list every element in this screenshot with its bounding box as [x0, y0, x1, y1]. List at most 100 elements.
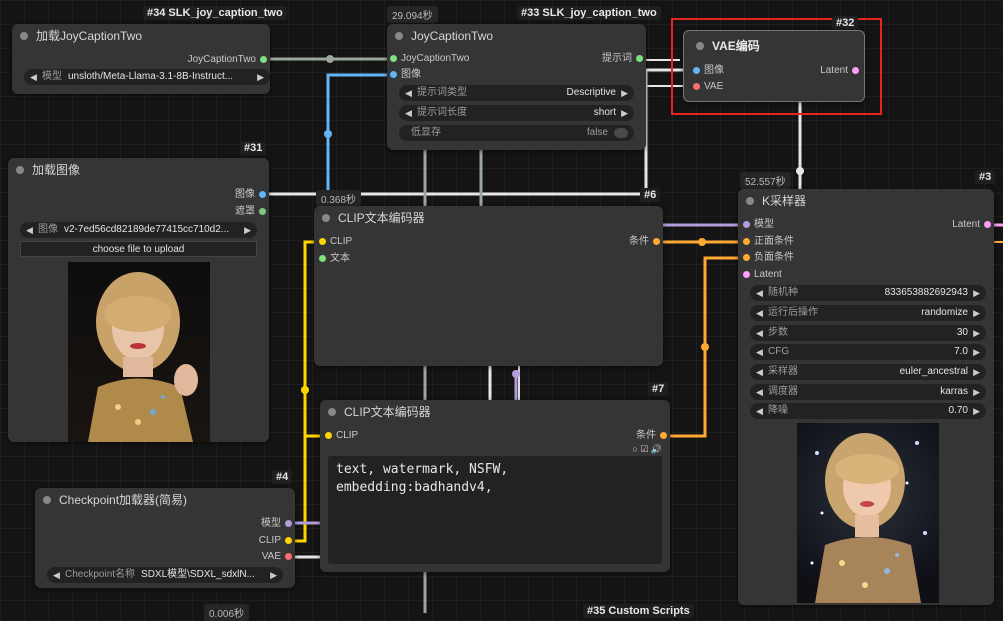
- prompt-textarea[interactable]: text, watermark, NSFW, embedding:badhand…: [328, 456, 662, 564]
- port-dot[interactable]: [693, 83, 700, 90]
- node-vae-encode[interactable]: VAE编码 图像 VAE Latent: [683, 30, 865, 102]
- input-negative[interactable]: 负面条件: [740, 251, 794, 265]
- port-dot[interactable]: [390, 55, 397, 62]
- output-conditioning[interactable]: 条件: [629, 235, 663, 249]
- port-dot[interactable]: [743, 221, 750, 228]
- node-load-image[interactable]: 加载图像 图像 遮罩 ◀ 图像 v2-7ed56cd82189de77415cc…: [8, 158, 269, 442]
- input-image[interactable]: 图像: [690, 64, 724, 78]
- checkpoint-select[interactable]: ◀ Checkpoint名称 SDXL模型\SDXL_sdxlN... ▶: [47, 567, 283, 583]
- arrow-right-icon[interactable]: ▶: [973, 305, 980, 321]
- port-dot[interactable]: [852, 67, 859, 74]
- port-label: Latent: [952, 219, 980, 230]
- arrow-right-icon[interactable]: ▶: [621, 85, 628, 101]
- input-clip[interactable]: CLIP: [316, 235, 352, 249]
- upload-button[interactable]: choose file to upload: [20, 241, 257, 257]
- arrow-right-icon[interactable]: ▶: [973, 344, 980, 360]
- sampler-select[interactable]: ◀ 采样器 euler_ancestral ▶: [750, 364, 986, 380]
- node-ksampler[interactable]: K采样器 模型 正面条件 负面条件 Latent Latent ◀ 随机种 83…: [738, 189, 994, 605]
- input-model[interactable]: 模型: [740, 218, 774, 232]
- output-joycaption[interactable]: JoyCaptionTwo: [188, 53, 270, 67]
- speaker-icon[interactable]: 🔊: [651, 444, 662, 454]
- input-text[interactable]: 文本: [316, 252, 350, 266]
- output-model[interactable]: 模型: [261, 517, 295, 531]
- port-dot[interactable]: [285, 520, 292, 527]
- port-dot[interactable]: [259, 191, 266, 198]
- port-label: 模型: [754, 219, 774, 230]
- port-dot[interactable]: [984, 221, 991, 228]
- port-dot[interactable]: [285, 553, 292, 560]
- output-vae[interactable]: VAE: [262, 550, 295, 564]
- denoise-input[interactable]: ◀ 降噪 0.70 ▶: [750, 403, 986, 419]
- port-dot[interactable]: [693, 67, 700, 74]
- scheduler-select[interactable]: ◀ 调度器 karras ▶: [750, 384, 986, 400]
- input-clip[interactable]: CLIP: [322, 429, 358, 443]
- arrow-left-icon[interactable]: ◀: [30, 69, 37, 85]
- node-clip-encode-pos[interactable]: CLIP文本编码器 CLIP 文本 条件: [314, 206, 663, 366]
- cfg-input[interactable]: ◀ CFG 7.0 ▶: [750, 344, 986, 360]
- node-clip-encode-neg[interactable]: CLIP文本编码器 CLIP 条件 ○ ☑ 🔊 text, watermark,…: [320, 400, 670, 572]
- arrow-left-icon[interactable]: ◀: [26, 222, 33, 238]
- port-dot[interactable]: [743, 238, 750, 245]
- arrow-left-icon[interactable]: ◀: [756, 403, 763, 419]
- model-select[interactable]: ◀ 模型 unsloth/Meta-Llama-3.1-8B-Instruct.…: [24, 69, 270, 85]
- control-after-generate-select[interactable]: ◀ 运行后操作 randomize ▶: [750, 305, 986, 321]
- prompt-type-select[interactable]: ◀ 提示词类型 Descriptive ▶: [399, 85, 634, 101]
- port-dot[interactable]: [285, 537, 292, 544]
- port-dot[interactable]: [260, 56, 267, 63]
- output-mask[interactable]: 遮罩: [235, 205, 269, 219]
- port-dot[interactable]: [319, 255, 326, 262]
- port-dot[interactable]: [660, 432, 667, 439]
- arrow-right-icon[interactable]: ▶: [973, 384, 980, 400]
- output-image[interactable]: 图像: [235, 188, 269, 202]
- arrow-right-icon[interactable]: ▶: [270, 567, 277, 583]
- arrow-right-icon[interactable]: ▶: [973, 285, 980, 301]
- input-latent[interactable]: Latent: [740, 268, 782, 282]
- node-checkpoint-loader[interactable]: Checkpoint加载器(简易) 模型 CLIP VAE ◀ Checkpoi…: [35, 488, 295, 588]
- prompt-length-select[interactable]: ◀ 提示词长度 short ▶: [399, 105, 634, 121]
- arrow-right-icon[interactable]: ▶: [621, 105, 628, 121]
- arrow-left-icon[interactable]: ◀: [756, 384, 763, 400]
- widget-label: 提示词长度: [417, 107, 467, 118]
- arrow-left-icon[interactable]: ◀: [756, 325, 763, 341]
- arrow-left-icon[interactable]: ◀: [405, 105, 412, 121]
- low-vram-toggle[interactable]: 低显存 false: [399, 125, 634, 141]
- output-conditioning[interactable]: 条件: [636, 429, 670, 443]
- arrow-right-icon[interactable]: ▶: [257, 69, 264, 85]
- port-dot[interactable]: [390, 71, 397, 78]
- arrow-left-icon[interactable]: ◀: [756, 344, 763, 360]
- port-dot[interactable]: [743, 254, 750, 261]
- widget-label: 图像: [38, 224, 58, 235]
- input-positive[interactable]: 正面条件: [740, 235, 794, 249]
- port-dot[interactable]: [653, 238, 660, 245]
- port-dot[interactable]: [259, 208, 266, 215]
- port-dot[interactable]: [319, 238, 326, 245]
- checkbox-icon[interactable]: ☑: [640, 444, 648, 454]
- port-dot[interactable]: [325, 432, 332, 439]
- seed-input[interactable]: ◀ 随机种 833653882692943 ▶: [750, 285, 986, 301]
- image-select[interactable]: ◀ 图像 v2-7ed56cd82189de77415cc710d2... ▶: [20, 222, 257, 238]
- arrow-left-icon[interactable]: ◀: [756, 305, 763, 321]
- arrow-left-icon[interactable]: ◀: [53, 567, 60, 583]
- arrow-right-icon[interactable]: ▶: [244, 222, 251, 238]
- input-vae[interactable]: VAE: [690, 80, 723, 94]
- output-latent[interactable]: Latent: [820, 64, 862, 78]
- arrow-left-icon[interactable]: ◀: [405, 85, 412, 101]
- port-label: JoyCaptionTwo: [187, 54, 256, 65]
- circle-icon[interactable]: ○: [632, 444, 637, 454]
- steps-input[interactable]: ◀ 步数 30 ▶: [750, 325, 986, 341]
- toggle-switch[interactable]: [614, 128, 628, 138]
- arrow-left-icon[interactable]: ◀: [756, 364, 763, 380]
- input-joycaption[interactable]: JoyCaptionTwo: [387, 52, 469, 66]
- output-latent[interactable]: Latent: [952, 218, 994, 232]
- output-clip[interactable]: CLIP: [259, 534, 295, 548]
- output-prompt[interactable]: 提示词: [602, 52, 646, 66]
- arrow-right-icon[interactable]: ▶: [973, 364, 980, 380]
- input-image[interactable]: 图像: [387, 68, 421, 82]
- port-dot[interactable]: [636, 55, 643, 62]
- node-joycaption[interactable]: JoyCaptionTwo JoyCaptionTwo 图像 提示词 ◀ 提示词…: [387, 24, 646, 150]
- node-load-joycaption[interactable]: 加载JoyCaptionTwo JoyCaptionTwo ◀ 模型 unslo…: [12, 24, 270, 94]
- arrow-left-icon[interactable]: ◀: [756, 285, 763, 301]
- port-dot[interactable]: [743, 271, 750, 278]
- arrow-right-icon[interactable]: ▶: [973, 403, 980, 419]
- arrow-right-icon[interactable]: ▶: [973, 325, 980, 341]
